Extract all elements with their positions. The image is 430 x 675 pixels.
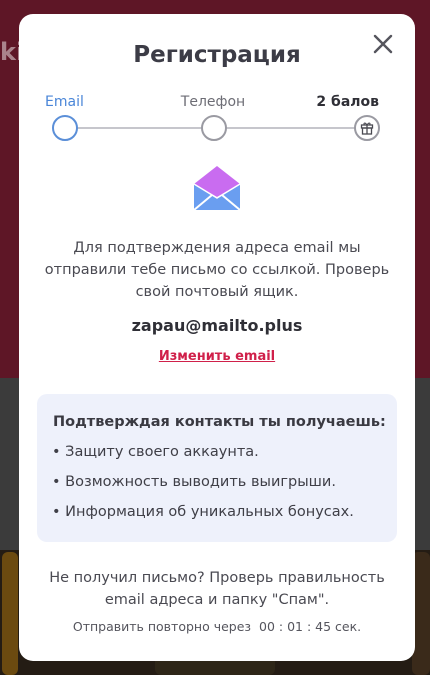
registration-modal: Регистрация Email Телефон 2 балов Для по… — [19, 14, 415, 661]
resend-note: Не получил письмо? Проверь правильность … — [49, 570, 385, 608]
benefit-item: • Возможность выводить выигрыши. — [52, 474, 336, 490]
envelope-icon — [193, 166, 241, 211]
resend-timer: Отправить повторно через 00 : 01 : 45 се… — [19, 619, 415, 634]
background-game-tile — [2, 552, 18, 675]
gift-icon — [360, 122, 374, 135]
resend-timer-label: Отправить повторно через — [72, 619, 252, 634]
benefit-item: • Информация об уникальных бонусах. — [52, 504, 354, 520]
step-dot-phone — [201, 115, 227, 141]
close-icon — [373, 34, 393, 54]
step-label-email: Email — [45, 94, 84, 110]
benefit-item: • Защиту своего аккаунта. — [52, 444, 259, 460]
modal-title: Регистрация — [133, 42, 301, 68]
benefits-title: Подтверждая контакты ты получаешь: — [53, 414, 386, 430]
step-dot-bonus — [354, 115, 380, 141]
resend-timer-unit: сек. — [335, 619, 362, 634]
confirmation-description: Для подтверждения адреса email мы отправ… — [44, 240, 390, 300]
benefits-panel: Подтверждая контакты ты получаешь: • Защ… — [37, 394, 397, 542]
change-email-link[interactable]: Изменить email — [19, 349, 415, 364]
step-label-phone: Телефон — [180, 94, 246, 110]
resend-timer-value: 00 : 01 : 45 — [259, 619, 332, 634]
close-button[interactable] — [371, 32, 395, 56]
step-label-bonus: 2 балов — [316, 94, 379, 110]
email-address: zapau@mailto.plus — [131, 316, 303, 335]
step-dot-email — [52, 115, 78, 141]
